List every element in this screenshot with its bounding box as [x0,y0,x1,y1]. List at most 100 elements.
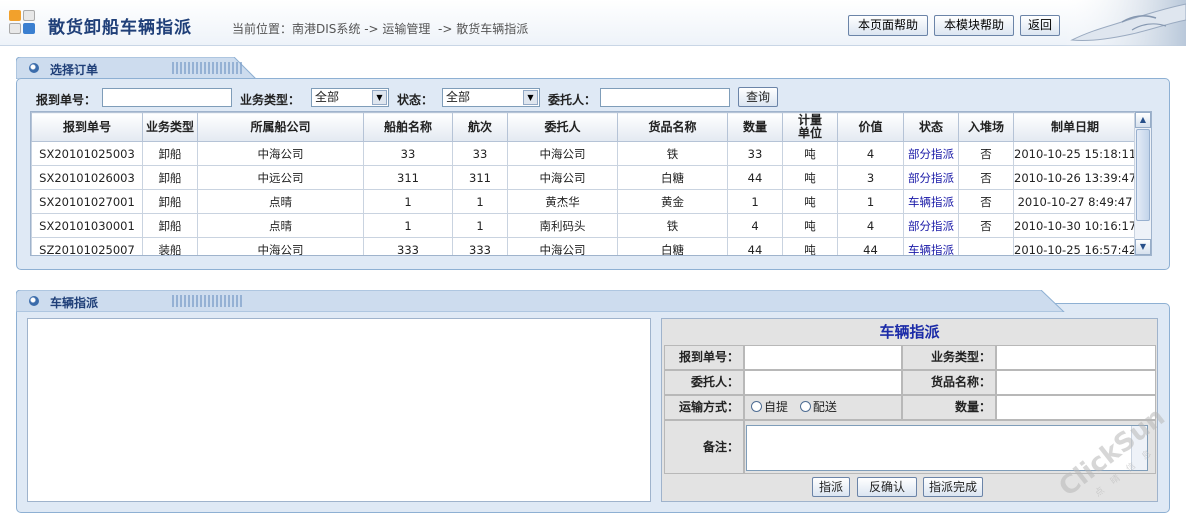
form-consignor-value[interactable] [744,370,902,395]
order-panel-title: 选择订单 [50,63,99,77]
chevron-down-icon[interactable]: ▼ [372,90,387,105]
table-row[interactable]: SX20101026003 卸船 中远公司 311 311 中海公司 白糖 44 吨 3 部分指派否… [31,165,1137,190]
dispatch-form-title: 车辆指派 [879,323,940,341]
biz-type-select[interactable]: 全部 ▼ [311,88,389,107]
table-cell: 中远公司 [197,165,364,190]
table-cell: 中海公司 [507,141,618,166]
column-header[interactable]: 入堆场 [958,112,1014,142]
status-select[interactable]: 全部 ▼ [442,88,540,107]
scroll-down-icon[interactable]: ▼ [1135,239,1151,255]
table-cell[interactable]: 车辆指派 [903,237,959,255]
column-header[interactable]: 状态 [903,112,959,142]
dispatch-button[interactable]: 指派 [812,477,850,497]
unconfirm-button[interactable]: 反确认 [857,477,917,497]
form-quantity-value[interactable] [996,395,1156,420]
table-cell[interactable]: 部分指派 [903,213,959,238]
table-cell: 2010-10-25 16:57:42 [1013,237,1137,255]
order-table: 报到单号 业务类型 所属船公司 船舶名称 航次 委托人 货品名称 数量 计量 单位 价值 状态 入堆场… [30,111,1152,256]
table-cell: 南利码头 [507,213,618,238]
form-report-no-value[interactable] [744,345,902,370]
column-header[interactable]: 数量 [727,112,783,142]
notes-textarea[interactable] [746,425,1148,471]
status-value: 全部 [446,90,471,104]
column-header[interactable]: 船舶名称 [363,112,453,142]
form-transport-label: 运输方式： [664,395,744,420]
column-header[interactable]: 航次 [452,112,508,142]
page-header: 散货卸船车辆指派 当前位置：南港DIS系统 -> 运输管理 -> 散货车辆指派 … [0,0,1186,46]
order-search-bar: 报到单号： 业务类型： 全部 ▼ 状态： 全部 ▼ 委托人： 查询 [30,86,1158,110]
table-cell[interactable]: 部分指派 [903,165,959,190]
table-cell[interactable]: 车辆指派 [903,189,959,214]
table-cell [958,237,1014,255]
back-button[interactable]: 返回 [1020,15,1060,36]
table-header-row: 报到单号 业务类型 所属船公司 船舶名称 航次 委托人 货品名称 数量 计量 单位 价值 状态 入堆场… [31,112,1137,142]
panel-bullet-icon [29,296,39,306]
biz-type-value: 全部 [315,90,340,104]
table-cell: 吨 [782,213,838,238]
table-cell: 1 [363,213,453,238]
dispatch-form: 车辆指派 报到单号： 业务类型： 委托人： 货品名称： 运输方式： 自提 配送 … [661,318,1158,502]
transport-radio-group: 自提 配送 [744,395,902,420]
dispatch-panel-title: 车辆指派 [50,296,99,310]
table-cell: 2010-10-27 8:49:47 [1013,189,1137,214]
table-cell: 卸船 [142,213,198,238]
table-row[interactable]: SZ20101025007 装船 中海公司 333 333 中海公司 白糖 44 吨 44 车辆指派… [31,237,1137,255]
page-help-button[interactable]: 本页面帮助 [848,15,928,36]
column-header[interactable]: 货品名称 [617,112,728,142]
radio-icon[interactable] [799,401,811,412]
tab-stripes-decoration [172,295,242,307]
notes-scrollbar[interactable] [1131,426,1147,470]
table-cell: 2010-10-26 13:39:47 [1013,165,1137,190]
column-header[interactable]: 制单日期 [1013,112,1137,142]
radio-delivery[interactable]: 配送 [799,400,837,414]
table-row[interactable]: SX20101030001 卸船 点晴 1 1 南利码头铁 4 吨 4 部分指派否 2010-10-… [31,213,1137,238]
form-report-no-label: 报到单号： [664,345,744,370]
table-cell: 卸船 [142,165,198,190]
table-row[interactable]: SX20101025003 卸船 中海公司 33 33 中海公司铁 33 吨 4 部分指派否 201… [31,141,1137,166]
form-goods-value[interactable] [996,370,1156,395]
table-cell: 中海公司 [197,141,364,166]
form-biz-type-value[interactable] [996,345,1156,370]
table-cell: 1 [452,189,508,214]
table-cell: 1 [452,213,508,238]
chevron-down-icon[interactable]: ▼ [523,90,538,105]
table-cell: 铁 [617,213,728,238]
consignor-label: 委托人： [548,93,597,107]
table-cell: SX20101026003 [31,165,143,190]
table-cell: 333 [452,237,508,255]
dispatch-complete-button[interactable]: 指派完成 [923,477,983,497]
table-cell: 333 [363,237,453,255]
table-cell: 否 [958,189,1014,214]
scroll-thumb[interactable] [1136,129,1150,221]
column-header[interactable]: 所属船公司 [197,112,364,142]
table-cell: 2010-10-25 15:18:11 [1013,141,1137,166]
column-header[interactable]: 业务类型 [142,112,198,142]
form-quantity-label: 数量： [902,395,996,420]
column-header[interactable]: 报到单号 [31,112,143,142]
table-cell[interactable]: 部分指派 [903,141,959,166]
table-cell: 白糖 [617,237,728,255]
module-help-button[interactable]: 本模块帮助 [934,15,1014,36]
table-cell: 44 [837,237,904,255]
table-cell: 吨 [782,189,838,214]
table-cell: 44 [727,165,783,190]
table-cell: SZ20101025007 [31,237,143,255]
table-cell: 3 [837,165,904,190]
table-scrollbar[interactable]: ▲ ▼ [1134,112,1151,255]
consignor-input[interactable] [600,88,730,107]
scroll-up-icon[interactable]: ▲ [1135,112,1151,128]
tab-stripes-decoration [172,62,242,74]
column-header[interactable]: 计量 单位 [782,112,838,142]
vehicle-list-area[interactable] [27,318,651,502]
radio-self-pickup[interactable]: 自提 [751,400,788,414]
dispatch-panel-tab: 车辆指派 [16,290,1065,312]
radio-self-pickup-label: 自提 [764,400,789,414]
report-no-input[interactable] [102,88,232,107]
column-header[interactable]: 委托人 [507,112,618,142]
query-button[interactable]: 查询 [738,87,778,107]
radio-icon[interactable] [751,401,762,412]
table-cell: 白糖 [617,165,728,190]
table-row[interactable]: SX20101027001 卸船 点晴 1 1 黄杰华 黄金 1 吨 1 车辆指派否 2010-10-… [31,189,1137,214]
column-header[interactable]: 价值 [837,112,904,142]
table-cell: 2010-10-30 10:16:17 [1013,213,1137,238]
